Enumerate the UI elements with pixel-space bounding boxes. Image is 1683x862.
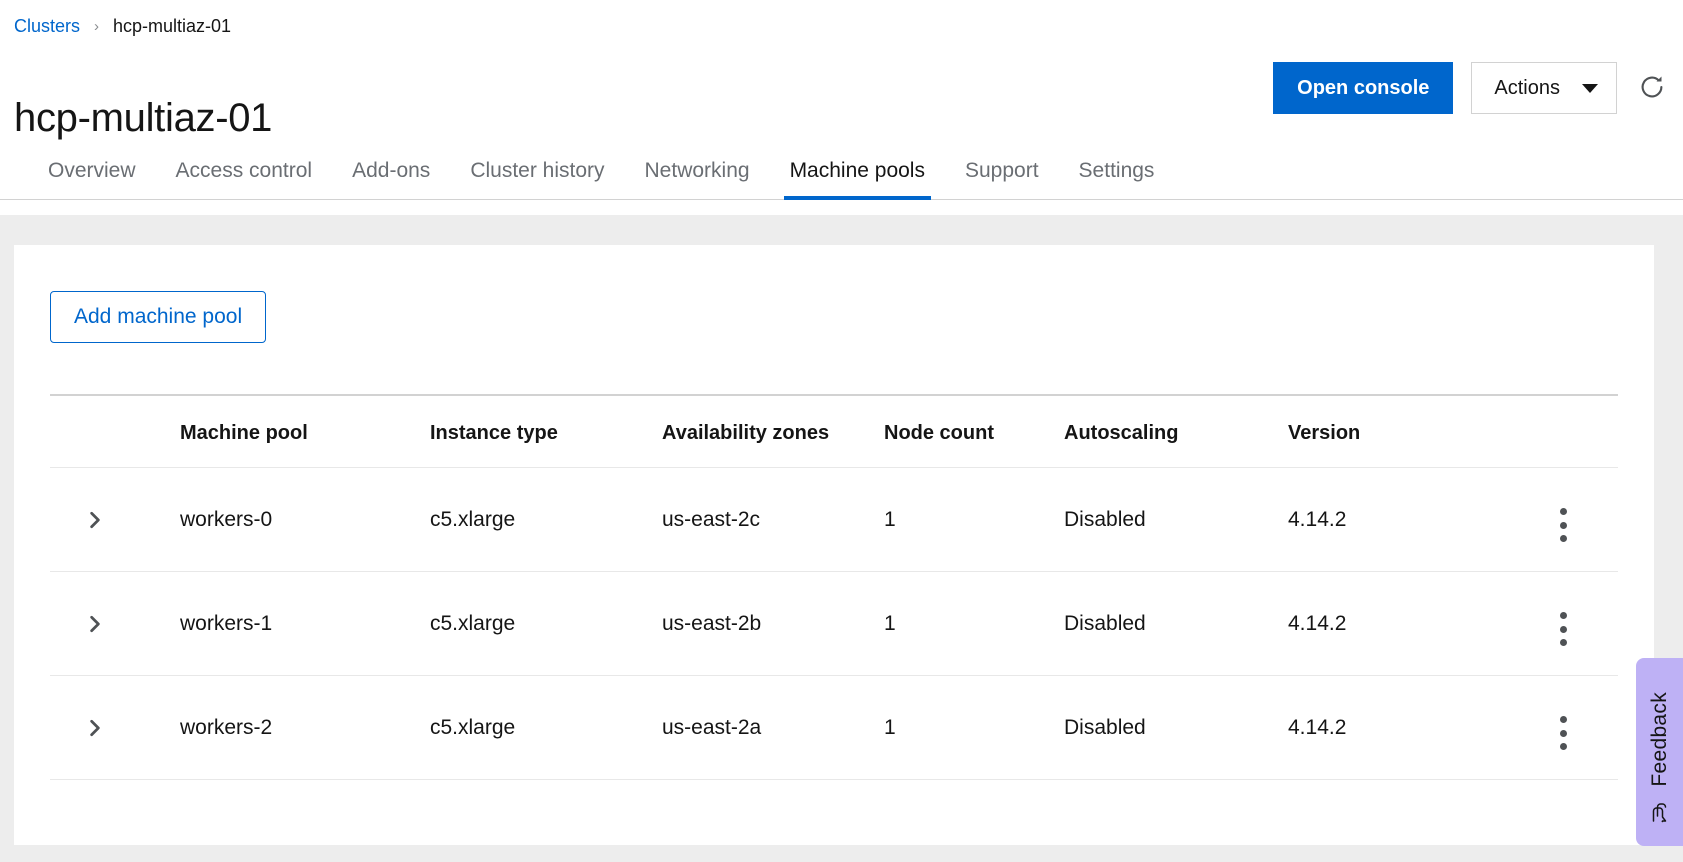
column-header-node-count: Node count (884, 394, 1064, 468)
tab-access-control[interactable]: Access control (156, 159, 333, 199)
breadcrumb: Clusters › hcp-multiaz-01 (14, 16, 231, 37)
add-machine-pool-button[interactable]: Add machine pool (50, 291, 267, 343)
feedback-label: Feedback (1647, 692, 1671, 787)
column-header-version: Version (1288, 394, 1548, 468)
page-header: Clusters › hcp-multiaz-01 hcp-multiaz-01… (0, 0, 1683, 215)
tab-overview[interactable]: Overview (28, 159, 156, 199)
header-actions: Open console Actions (1273, 62, 1669, 114)
cell-version: 4.14.2 (1288, 675, 1548, 780)
table-row: workers-2 c5.xlarge us-east-2a 1 Disable… (50, 675, 1618, 780)
actions-dropdown-button[interactable]: Actions (1471, 62, 1617, 114)
cell-machine-pool: workers-2 (180, 675, 430, 780)
tab-settings[interactable]: Settings (1059, 159, 1175, 199)
speech-bubble-icon (1648, 801, 1672, 830)
feedback-tab[interactable]: Feedback (1636, 658, 1683, 846)
cell-availability-zones: us-east-2b (662, 571, 884, 676)
kebab-menu-icon[interactable] (1548, 716, 1578, 750)
cell-autoscaling: Disabled (1064, 675, 1288, 780)
chevron-right-icon: › (94, 18, 100, 35)
tab-networking[interactable]: Networking (625, 159, 770, 199)
column-header-machine-pool: Machine pool (180, 394, 430, 468)
column-header-expand (50, 394, 180, 468)
cell-autoscaling: Disabled (1064, 571, 1288, 676)
machine-pools-card: Add machine pool Machine pool Instance t… (14, 245, 1654, 845)
chevron-right-icon[interactable] (80, 713, 110, 743)
breadcrumb-current: hcp-multiaz-01 (113, 16, 232, 36)
cell-instance-type: c5.xlarge (430, 467, 662, 572)
tab-cluster-history[interactable]: Cluster history (450, 159, 624, 199)
cell-instance-type: c5.xlarge (430, 571, 662, 676)
chevron-right-icon[interactable] (80, 505, 110, 535)
page-root: Clusters › hcp-multiaz-01 hcp-multiaz-01… (0, 0, 1683, 862)
page-title: hcp-multiaz-01 (14, 95, 273, 140)
kebab-menu-icon[interactable] (1548, 612, 1578, 646)
row-expand-cell (50, 675, 180, 780)
actions-dropdown-label: Actions (1494, 76, 1560, 99)
cell-machine-pool: workers-1 (180, 571, 430, 676)
machine-pools-table: Machine pool Instance type Availability … (50, 394, 1618, 780)
tab-machine-pools[interactable]: Machine pools (770, 159, 945, 200)
breadcrumb-link-clusters[interactable]: Clusters (14, 16, 80, 37)
chevron-down-icon (1582, 83, 1598, 93)
refresh-button[interactable] (1635, 71, 1669, 105)
table-header: Machine pool Instance type Availability … (50, 394, 1618, 468)
cell-node-count: 1 (884, 467, 1064, 572)
column-header-availability-zones: Availability zones (662, 394, 884, 468)
row-expand-cell (50, 467, 180, 572)
row-expand-cell (50, 571, 180, 676)
chevron-right-icon[interactable] (80, 609, 110, 639)
open-console-button[interactable]: Open console (1273, 62, 1454, 114)
cell-autoscaling: Disabled (1064, 467, 1288, 572)
row-actions-cell (1548, 571, 1618, 676)
cluster-tabs: Overview Access control Add-ons Cluster … (0, 144, 1683, 200)
tab-support[interactable]: Support (945, 159, 1059, 199)
table-body: workers-0 c5.xlarge us-east-2c 1 Disable… (50, 467, 1618, 780)
cell-instance-type: c5.xlarge (430, 675, 662, 780)
refresh-icon (1637, 72, 1667, 105)
tab-add-ons[interactable]: Add-ons (332, 159, 450, 199)
row-actions-cell (1548, 467, 1618, 572)
cell-node-count: 1 (884, 571, 1064, 676)
column-header-instance-type: Instance type (430, 394, 662, 468)
kebab-menu-icon[interactable] (1548, 508, 1578, 542)
row-actions-cell (1548, 675, 1618, 780)
table-row: workers-0 c5.xlarge us-east-2c 1 Disable… (50, 467, 1618, 572)
title-row: hcp-multiaz-01 Open console Actions (0, 60, 1683, 140)
column-header-autoscaling: Autoscaling (1064, 394, 1288, 468)
cell-node-count: 1 (884, 675, 1064, 780)
cell-machine-pool: workers-0 (180, 467, 430, 572)
table-header-row: Machine pool Instance type Availability … (50, 394, 1618, 468)
column-header-actions (1548, 394, 1618, 468)
cell-version: 4.14.2 (1288, 467, 1548, 572)
cell-availability-zones: us-east-2a (662, 675, 884, 780)
table-row: workers-1 c5.xlarge us-east-2b 1 Disable… (50, 571, 1618, 676)
cell-version: 4.14.2 (1288, 571, 1548, 676)
cell-availability-zones: us-east-2c (662, 467, 884, 572)
